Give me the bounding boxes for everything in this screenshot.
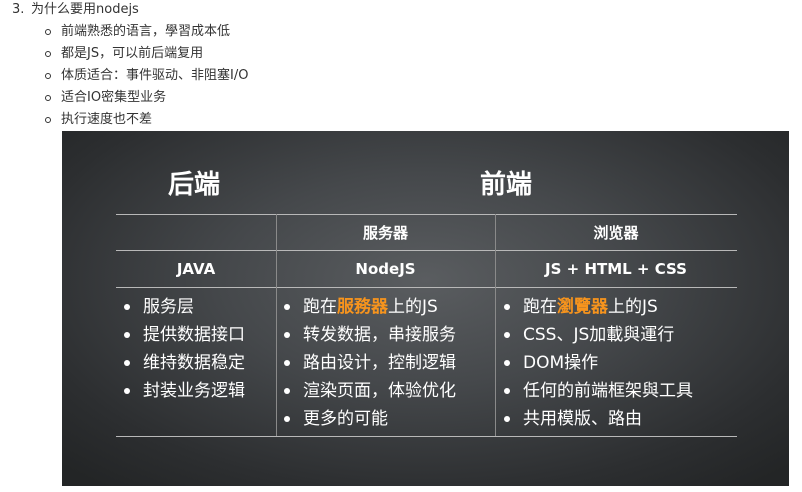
bullet-text: 服务层 (143, 297, 194, 317)
server-label: 服务器 (362, 224, 408, 242)
web-tech-label: JS + HTML + CSS (545, 260, 687, 278)
java-label: JAVA (176, 260, 216, 278)
browser-bullet-list: 跑在瀏覽器上的JS CSS、JS加載與運行 DOM操作 任何的前端框架與工具 共… (504, 294, 693, 434)
bullet-icon (124, 388, 130, 394)
column-divider (495, 214, 496, 436)
sub-list-item: 执行速度也不差 (44, 110, 248, 132)
bullet-text: 上的JS (608, 297, 658, 317)
highlighted-text: 服務器 (337, 297, 388, 317)
bullet-text: 任何的前端框架與工具 (523, 381, 693, 401)
highlighted-text: 瀏覽器 (557, 297, 608, 317)
hollow-bullet-icon (45, 29, 51, 35)
bullet-icon (284, 388, 290, 394)
browser-bullet-item: DOM操作 (504, 350, 693, 378)
bullet-icon (504, 332, 510, 338)
sub-list-item: 前端熟悉的语言，學習成本低 (44, 22, 248, 44)
sub-item-text: 适合IO密集型业务 (61, 90, 167, 105)
backend-header: 后端 (168, 170, 221, 200)
sub-list: 前端熟悉的语言，學習成本低 都是JS，可以前后端复用 体质适合：事件驱动、非阻塞… (44, 22, 248, 132)
bullet-icon (284, 304, 290, 310)
browser-bullet-item: 跑在瀏覽器上的JS (504, 294, 693, 322)
bullet-text: 转发数据，串接服务 (303, 325, 456, 345)
bullet-icon (284, 416, 290, 422)
bullet-text: 跑在 (303, 297, 337, 317)
bullet-icon (504, 360, 510, 366)
list-heading: 为什么要用nodejs (31, 2, 139, 17)
bullet-icon (504, 388, 510, 394)
hollow-bullet-icon (45, 51, 51, 57)
bullet-text: 渲染页面，体验优化 (303, 381, 456, 401)
sub-item-text: 体质适合：事件驱动、非阻塞I/O (61, 68, 249, 83)
sub-list-item: 体质适合：事件驱动、非阻塞I/O (44, 66, 248, 88)
slide-image: 后端 前端 服务器 浏览器 JAVA NodeJS JS + HTML + CS… (62, 131, 789, 486)
browser-label: 浏览器 (593, 224, 639, 242)
bullet-text: 共用模版、路由 (523, 409, 642, 429)
bullet-text: 提供数据接口 (143, 325, 245, 345)
bullet-text: CSS、JS加載與運行 (523, 325, 675, 345)
bullet-text: 跑在 (523, 297, 557, 317)
list-number: 3. (12, 2, 25, 17)
java-bullet-item: 提供数据接口 (124, 322, 245, 350)
java-bullet-item: 维持数据稳定 (124, 350, 245, 378)
divider-line (116, 214, 737, 215)
bullet-text: DOM操作 (523, 353, 599, 373)
java-bullet-list: 服务层 提供数据接口 维持数据稳定 封装业务逻辑 (124, 294, 245, 406)
bullet-icon (504, 304, 510, 310)
java-bullet-item: 封装业务逻辑 (124, 378, 245, 406)
divider-line (116, 287, 737, 288)
java-bullet-item: 服务层 (124, 294, 245, 322)
bullet-icon (284, 360, 290, 366)
bullet-text: 维持数据稳定 (143, 353, 245, 373)
sub-list-item: 适合IO密集型业务 (44, 88, 248, 110)
sub-item-text: 执行速度也不差 (61, 112, 153, 127)
hollow-bullet-icon (45, 73, 51, 79)
nodejs-bullet-item: 更多的可能 (284, 406, 456, 434)
bullet-text: 路由设计，控制逻辑 (303, 353, 456, 373)
sub-list-item: 都是JS，可以前后端复用 (44, 44, 248, 66)
bullet-icon (124, 360, 130, 366)
nodejs-bullet-list: 跑在服務器上的JS 转发数据，串接服务 路由设计，控制逻辑 渲染页面，体验优化 … (284, 294, 456, 434)
divider-line (116, 250, 737, 251)
list-item-why-nodejs: 3. 为什么要用nodejs (12, 1, 139, 19)
browser-bullet-item: CSS、JS加載與運行 (504, 322, 693, 350)
nodejs-bullet-item: 路由设计，控制逻辑 (284, 350, 456, 378)
browser-bullet-item: 任何的前端框架與工具 (504, 378, 693, 406)
bullet-text: 更多的可能 (303, 409, 388, 429)
nodejs-label: NodeJS (355, 260, 416, 278)
nodejs-bullet-item: 跑在服務器上的JS (284, 294, 456, 322)
bullet-text: 封装业务逻辑 (143, 381, 245, 401)
hollow-bullet-icon (45, 95, 51, 101)
divider-line (116, 436, 737, 437)
column-divider (276, 214, 277, 436)
bullet-text: 上的JS (388, 297, 438, 317)
nodejs-bullet-item: 转发数据，串接服务 (284, 322, 456, 350)
bullet-icon (124, 332, 130, 338)
bullet-icon (504, 416, 510, 422)
bullet-icon (124, 304, 130, 310)
sub-item-text: 都是JS，可以前后端复用 (61, 46, 204, 61)
frontend-header: 前端 (480, 170, 533, 200)
hollow-bullet-icon (45, 117, 51, 123)
sub-item-text: 前端熟悉的语言，學習成本低 (61, 24, 231, 39)
nodejs-bullet-item: 渲染页面，体验优化 (284, 378, 456, 406)
browser-bullet-item: 共用模版、路由 (504, 406, 693, 434)
bullet-icon (284, 332, 290, 338)
